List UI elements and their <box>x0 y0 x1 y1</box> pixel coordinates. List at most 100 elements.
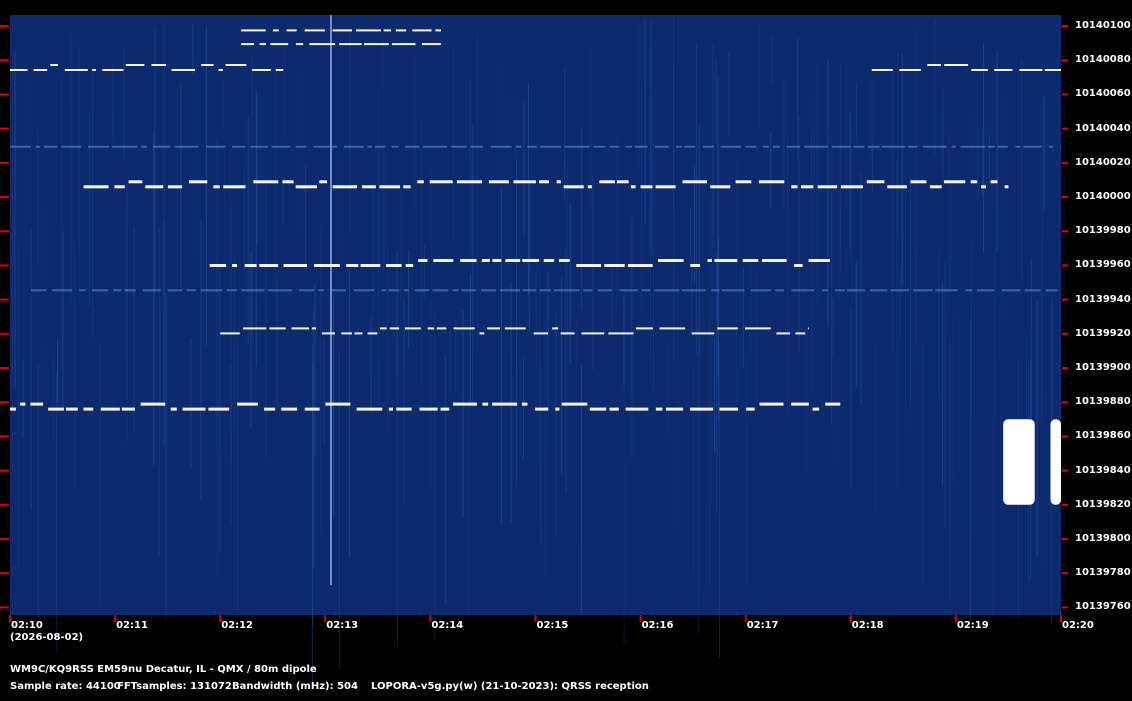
noise-streak <box>17 241 19 573</box>
noise-streak <box>714 338 716 454</box>
signal-segment <box>264 407 276 411</box>
signal-segment <box>375 145 386 148</box>
noise-streak <box>1041 103 1043 392</box>
noise-streak <box>896 160 898 487</box>
signal-segment <box>560 332 575 335</box>
signal-segment <box>427 327 435 330</box>
y-tick-right <box>1062 25 1068 27</box>
signal-segment <box>50 64 58 66</box>
signal-segment <box>209 264 227 267</box>
signal-segment <box>853 145 865 148</box>
noise-streak <box>57 338 59 404</box>
signal-segment <box>535 407 549 411</box>
signal-segment <box>450 145 467 148</box>
signal-segment <box>609 145 619 148</box>
signal-segment <box>383 29 392 32</box>
signal-segment <box>556 180 561 184</box>
signal-segment <box>313 145 338 148</box>
signal-segment <box>745 145 757 148</box>
noise-streak <box>383 150 385 265</box>
signal-segment <box>241 43 255 46</box>
y-tick-right <box>1062 161 1068 164</box>
noise-streak <box>564 66 566 202</box>
noise-streak <box>922 346 924 588</box>
noise-streak <box>229 153 231 340</box>
spectrogram-chart <box>0 0 1132 701</box>
signal-segment <box>92 289 109 292</box>
signal-segment <box>504 327 526 330</box>
noise-streak <box>522 358 524 459</box>
noise-streak <box>396 340 398 533</box>
signal-segment <box>776 332 791 335</box>
signal-segment <box>241 289 265 292</box>
signal-segment <box>744 327 771 330</box>
x-tick-label: 02:16 <box>641 620 674 631</box>
noise-streak <box>528 83 529 295</box>
signal-segment <box>997 145 1008 148</box>
noise-streak <box>314 283 316 457</box>
signal-segment <box>404 327 421 330</box>
noise-streak <box>746 358 747 587</box>
noise-streak <box>651 44 653 256</box>
signal-segment <box>414 289 430 292</box>
signal-segment <box>391 145 399 148</box>
y-tick-left <box>0 469 9 472</box>
noise-streak <box>691 256 693 337</box>
signal-segment <box>299 289 315 292</box>
signal-segment <box>142 289 161 292</box>
signal-segment <box>522 289 537 292</box>
noise-streak <box>901 53 903 286</box>
signal-segment <box>976 289 995 292</box>
signal-segment <box>630 185 636 189</box>
noise-streak <box>44 207 45 284</box>
y-tick-left <box>0 332 9 335</box>
signal-segment <box>641 289 651 292</box>
signal-segment <box>244 264 257 267</box>
noise-streak <box>860 172 862 405</box>
noise-streak <box>163 20 165 253</box>
noise-streak <box>950 185 952 286</box>
noise-streak <box>673 65 675 360</box>
noise-streak <box>434 310 436 640</box>
noise-streak <box>910 178 912 408</box>
noise-streak <box>641 81 643 312</box>
signal-segment <box>272 29 279 32</box>
noise-streak <box>516 158 517 487</box>
signal-segment <box>83 407 94 411</box>
x-tick-label: 02:10 <box>11 620 43 631</box>
signal-segment <box>237 402 258 406</box>
y-tick-label: 10139920 <box>1075 327 1131 339</box>
signal-segment <box>589 407 607 411</box>
noise-streak <box>816 60 818 303</box>
signal-segment <box>354 332 363 335</box>
y-tick-right <box>1062 264 1068 267</box>
signal-segment <box>812 407 820 411</box>
signal-segment <box>681 289 706 292</box>
signal-segment <box>922 145 947 148</box>
signal-segment <box>500 289 521 292</box>
signal-segment <box>1044 69 1061 71</box>
signal-segment <box>281 407 298 411</box>
signal-segment <box>388 289 400 292</box>
noise-streak <box>855 83 857 142</box>
noise-streak <box>372 187 374 376</box>
signal-segment <box>971 69 988 71</box>
signal-segment <box>795 332 806 335</box>
noise-streak <box>200 219 202 500</box>
signal-segment <box>515 145 522 148</box>
noise-streak <box>323 338 325 443</box>
signal-segment <box>421 43 441 46</box>
signal-segment <box>616 180 629 184</box>
signal-segment <box>404 289 409 292</box>
signal-segment <box>295 185 317 189</box>
noise-streak <box>689 207 691 258</box>
signal-segment <box>79 289 86 292</box>
y-tick-label: 10139820 <box>1075 498 1131 510</box>
x-tick-label: 02:17 <box>746 620 779 631</box>
noise-streak <box>468 329 470 616</box>
signal-segment <box>684 145 695 148</box>
noise-streak <box>224 147 226 436</box>
noise-streak <box>205 26 207 347</box>
noise-streak <box>295 64 297 335</box>
signal-segment <box>268 289 293 292</box>
